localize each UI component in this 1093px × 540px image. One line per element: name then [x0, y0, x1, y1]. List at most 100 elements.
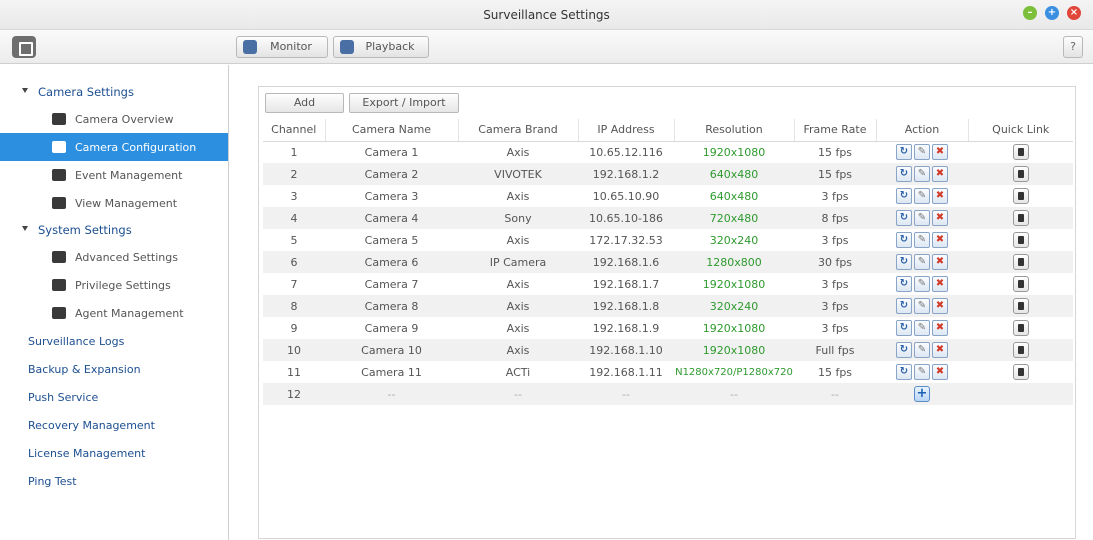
connect-icon[interactable]: ↻	[896, 364, 912, 380]
edit-icon[interactable]: ✎	[914, 166, 930, 182]
sidebar-item-ping-test[interactable]: Ping Test	[0, 467, 228, 495]
sidebar-item-event-management[interactable]: Event Management	[0, 161, 228, 189]
sidebar-item-recovery-management[interactable]: Recovery Management	[0, 411, 228, 439]
cell-resolution: 1280x800	[674, 251, 794, 273]
delete-icon[interactable]: ✖	[932, 254, 948, 270]
edit-icon[interactable]: ✎	[914, 320, 930, 336]
edit-icon[interactable]: ✎	[914, 254, 930, 270]
cell-camera-brand: Axis	[458, 141, 578, 163]
column-header[interactable]: Camera Name	[325, 119, 459, 142]
playback-icon	[340, 40, 354, 54]
table-row[interactable]: 8 Camera 8 Axis 192.168.1.8 320x240 3 fps ↻ ✎ ✖	[263, 295, 1073, 317]
quick-link-icon[interactable]	[1012, 210, 1029, 226]
column-header[interactable]: IP Address	[578, 119, 675, 142]
edit-icon[interactable]: ✎	[914, 232, 930, 248]
table-row[interactable]: 1 Camera 1 Axis 10.65.12.116 1920x1080 15 fps…	[263, 141, 1073, 163]
app-menu-icon[interactable]	[12, 36, 36, 58]
column-header[interactable]: Resolution	[674, 119, 795, 142]
delete-icon[interactable]: ✖	[932, 342, 948, 358]
delete-icon[interactable]: ✖	[932, 210, 948, 226]
event-management-icon	[52, 169, 66, 181]
table-row[interactable]: 7 Camera 7 Axis 192.168.1.7 1920x1080 3 fps ↻ ✎…	[263, 273, 1073, 295]
edit-icon[interactable]: ✎	[914, 188, 930, 204]
column-header[interactable]: Frame Rate	[794, 119, 877, 142]
column-header[interactable]: Channel	[263, 119, 326, 142]
quick-link-icon[interactable]	[1012, 276, 1029, 292]
edit-icon[interactable]: ✎	[914, 276, 930, 292]
delete-icon[interactable]: ✖	[932, 166, 948, 182]
close-icon[interactable]: ×	[1067, 6, 1081, 20]
connect-icon[interactable]: ↻	[896, 166, 912, 182]
maximize-icon[interactable]: +	[1045, 6, 1059, 20]
quick-link-icon[interactable]	[1012, 298, 1029, 314]
quick-link-icon[interactable]	[1012, 320, 1029, 336]
add-button[interactable]: Add	[265, 93, 344, 113]
action-group: ↻ ✎ ✖	[896, 210, 948, 226]
table-row[interactable]: 10 Camera 10 Axis 192.168.1.10 1920x1080 Full…	[263, 339, 1073, 361]
export-import-button[interactable]: Export / Import	[349, 93, 459, 113]
sidebar-item-view-management[interactable]: View Management	[0, 189, 228, 217]
sidebar-item-surveillance-logs[interactable]: Surveillance Logs	[0, 327, 228, 355]
table-row[interactable]: 2 Camera 2 VIVOTEK 192.168.1.2 640x480 15 fps…	[263, 163, 1073, 185]
delete-icon[interactable]: ✖	[932, 276, 948, 292]
monitor-button[interactable]: Monitor	[236, 36, 328, 58]
edit-icon[interactable]: ✎	[914, 210, 930, 226]
sidebar-item-camera-configuration[interactable]: Camera Configuration	[0, 133, 228, 161]
table-row-empty[interactable]: 12 -- -- -- -- -- +	[263, 383, 1073, 405]
cell-quick-link	[968, 295, 1073, 317]
delete-icon[interactable]: ✖	[932, 144, 948, 161]
sidebar-item-agent-management[interactable]: Agent Management	[0, 299, 228, 327]
quick-link-icon[interactable]	[1012, 188, 1029, 204]
table-row[interactable]: 4 Camera 4 Sony 10.65.10-186 720x480 8 fps ↻ ✎ ✖	[263, 207, 1073, 229]
table-row[interactable]: 5 Camera 5 Axis 172.17.32.53 320x240 3 fps ↻ ✎ ✖	[263, 229, 1073, 251]
delete-icon[interactable]: ✖	[932, 298, 948, 314]
table-row[interactable]: 11 Camera 11 ACTi 192.168.1.11 N1280x720/P12…	[263, 361, 1073, 383]
delete-icon[interactable]: ✖	[932, 364, 948, 380]
connect-icon[interactable]: ↻	[896, 254, 912, 270]
connect-icon[interactable]: ↻	[896, 232, 912, 248]
table-row[interactable]: 3 Camera 3 Axis 10.65.10.90 640x480 3 fps ↻ ✎ ✖	[263, 185, 1073, 207]
help-button[interactable]: ?	[1063, 36, 1083, 58]
quick-link-icon[interactable]	[1012, 232, 1029, 248]
connect-icon[interactable]: ↻	[896, 298, 912, 314]
cell-channel: 6	[263, 251, 325, 273]
connect-icon[interactable]: ↻	[896, 276, 912, 292]
delete-icon[interactable]: ✖	[932, 320, 948, 336]
quick-link-icon[interactable]	[1012, 364, 1029, 380]
playback-button[interactable]: Playback	[333, 36, 429, 58]
connect-icon[interactable]: ↻	[896, 188, 912, 204]
minimize-icon[interactable]: –	[1023, 6, 1037, 20]
connect-icon[interactable]: ↻	[896, 320, 912, 336]
wrench-icon	[52, 251, 66, 263]
quick-link-icon[interactable]	[1012, 166, 1029, 182]
column-header[interactable]: Camera Brand	[458, 119, 579, 142]
edit-icon[interactable]: ✎	[914, 298, 930, 314]
connect-icon[interactable]: ↻	[896, 342, 912, 358]
edit-icon[interactable]: ✎	[914, 342, 930, 358]
quick-link-icon[interactable]	[1012, 342, 1029, 358]
sidebar-item-advanced-settings[interactable]: Advanced Settings	[0, 243, 228, 271]
sidebar-item-camera-overview[interactable]: Camera Overview	[0, 105, 228, 133]
add-camera-icon[interactable]: +	[914, 386, 930, 402]
delete-icon[interactable]: ✖	[932, 188, 948, 204]
table-row[interactable]: 9 Camera 9 Axis 192.168.1.9 1920x1080 3 fps ↻ ✎…	[263, 317, 1073, 339]
connect-icon[interactable]: ↻	[896, 210, 912, 226]
cell-channel: 4	[263, 207, 325, 229]
cell-frame-rate: 15 fps	[794, 141, 876, 163]
delete-icon[interactable]: ✖	[932, 232, 948, 248]
quick-link-icon[interactable]	[1012, 144, 1029, 161]
sidebar-item-backup-expansion[interactable]: Backup & Expansion	[0, 355, 228, 383]
quick-link-icon[interactable]	[1012, 254, 1029, 270]
sidebar-item-push-service[interactable]: Push Service	[0, 383, 228, 411]
sidebar-item-label: Advanced Settings	[75, 250, 178, 264]
edit-icon[interactable]: ✎	[914, 144, 930, 161]
sidebar-item-license-management[interactable]: License Management	[0, 439, 228, 467]
title-bar: Surveillance Settings – + ×	[0, 0, 1093, 30]
connect-icon[interactable]: ↻	[896, 144, 912, 161]
table-row[interactable]: 6 Camera 6 IP Camera 192.168.1.6 1280x800 30 …	[263, 251, 1073, 273]
sidebar-item-privilege-settings[interactable]: Privilege Settings	[0, 271, 228, 299]
sidebar-group-camera-settings[interactable]: Camera Settings	[0, 79, 228, 105]
cell-resolution: 720x480	[674, 207, 794, 229]
sidebar-group-system-settings[interactable]: System Settings	[0, 217, 228, 243]
edit-icon[interactable]: ✎	[914, 364, 930, 380]
